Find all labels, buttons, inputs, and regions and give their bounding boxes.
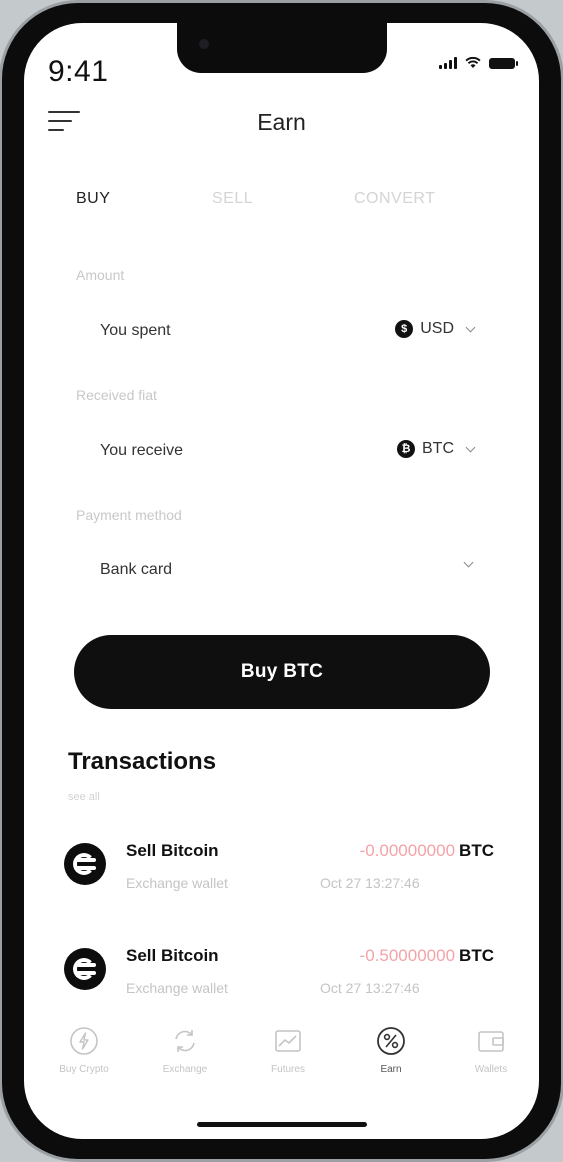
buy-btc-button[interactable]: Buy BTC: [74, 635, 490, 709]
camera-icon: [199, 39, 209, 49]
transaction-amount: -0.50000000 BTC: [360, 946, 494, 966]
exchange-icon: [170, 1026, 200, 1056]
nav-label: Exchange: [162, 1064, 208, 1075]
chevron-down-icon: [463, 557, 474, 568]
btc-coin-icon: ₿: [397, 440, 415, 458]
amount-field-text: You spent: [100, 322, 171, 339]
payment-chevron: [459, 557, 474, 568]
transaction-source: Exchange wallet: [126, 980, 228, 996]
usd-coin-icon: $: [395, 320, 414, 338]
received-label: Received fiat: [76, 387, 157, 403]
status-time: 9:41: [48, 55, 109, 88]
amount-label: Amount: [76, 267, 125, 283]
currency-selector-btc[interactable]: ₿ BTC: [397, 440, 476, 458]
nav-wallets[interactable]: Wallets: [446, 1026, 536, 1075]
transactions-title: Transactions: [68, 748, 217, 775]
nav-label: Buy Crypto: [59, 1064, 109, 1075]
transaction-name: Sell Bitcoin: [126, 841, 219, 860]
payment-method-value: Bank card: [100, 561, 173, 578]
lightning-icon: [69, 1026, 99, 1056]
euro-coin-icon: [64, 948, 106, 990]
battery-icon: [489, 58, 518, 69]
nav-exchange[interactable]: Exchange: [140, 1026, 230, 1075]
transaction-name: Sell Bitcoin: [126, 946, 219, 965]
app-screen: 9:41 Earn BUY SELL CONVERT Amount You sp…: [24, 23, 539, 1139]
transaction-row[interactable]: Sell Bitcoin Exchange wallet -0.00000000…: [64, 839, 494, 909]
amount-field[interactable]: You spent $ USD: [66, 304, 486, 360]
transaction-amount: -0.00000000 BTC: [360, 841, 494, 861]
tab-convert[interactable]: CONVERT: [354, 190, 435, 208]
receive-field-text: You receive: [100, 442, 184, 459]
chevron-down-icon: [465, 442, 476, 452]
bottom-nav: Buy Crypto Exchange Futures Earn Wallets: [24, 1026, 539, 1096]
currency-code: BTC: [422, 440, 454, 457]
wallet-icon: [476, 1026, 506, 1056]
transaction-date: Oct 27 13:27:46: [320, 980, 420, 996]
euro-coin-icon: [64, 843, 106, 885]
transactions-see-all[interactable]: see all: [68, 791, 100, 803]
transaction-amount-unit: BTC: [459, 841, 494, 860]
percent-icon: [376, 1026, 406, 1056]
transaction-amount-value: -0.00000000: [359, 841, 456, 860]
transaction-row[interactable]: Sell Bitcoin Exchange wallet -0.50000000…: [64, 944, 494, 1014]
payment-method-select[interactable]: Bank card: [66, 543, 486, 599]
tab-sell[interactable]: SELL: [212, 190, 253, 208]
payment-method-label: Payment method: [76, 507, 182, 523]
transaction-date: Oct 27 13:27:46: [320, 875, 420, 891]
nav-label: Futures: [271, 1064, 305, 1075]
signal-icon: [439, 57, 457, 69]
currency-selector-usd[interactable]: $ USD: [395, 320, 476, 338]
chart-icon: [273, 1026, 303, 1056]
home-indicator[interactable]: [197, 1122, 367, 1127]
receive-field[interactable]: You receive ₿ BTC: [66, 424, 486, 480]
nav-label: Wallets: [474, 1064, 508, 1075]
nav-futures[interactable]: Futures: [243, 1026, 333, 1075]
nav-buy-crypto[interactable]: Buy Crypto: [39, 1026, 129, 1075]
transaction-amount-value: -0.50000000: [359, 946, 456, 965]
wifi-icon: [465, 57, 481, 68]
status-icons: [439, 57, 518, 69]
tab-buy[interactable]: BUY: [76, 190, 110, 208]
nav-earn[interactable]: Earn: [346, 1026, 436, 1075]
nav-label: Earn: [380, 1064, 402, 1075]
trade-tabs: BUY SELL CONVERT: [76, 190, 499, 214]
page-title: Earn: [257, 109, 306, 135]
phone-frame: 9:41 Earn BUY SELL CONVERT Amount You sp…: [2, 3, 561, 1159]
transaction-amount-unit: BTC: [459, 946, 494, 965]
currency-code: USD: [420, 320, 454, 337]
notch: [177, 23, 387, 73]
transaction-source: Exchange wallet: [126, 875, 228, 891]
chevron-down-icon: [465, 322, 476, 332]
